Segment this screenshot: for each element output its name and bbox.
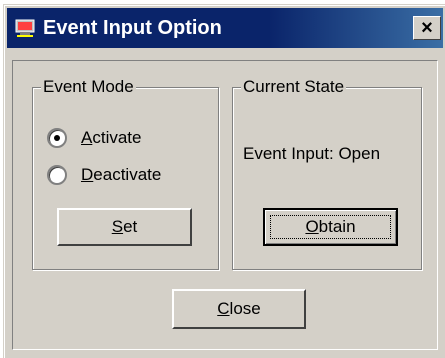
event-input-option-dialog: Event Input Option × Event Mode Activate… bbox=[3, 4, 445, 358]
title-bar[interactable]: Event Input Option × bbox=[7, 8, 443, 48]
obtain-button[interactable]: Obtain bbox=[263, 208, 398, 246]
close-icon[interactable]: × bbox=[413, 16, 441, 40]
current-state-label: Current State bbox=[241, 76, 347, 98]
close-button[interactable]: Close bbox=[172, 289, 306, 329]
activate-label: Activate bbox=[81, 128, 142, 147]
deactivate-label: Deactivate bbox=[81, 165, 162, 184]
event-mode-group: Event Mode Activate Deactivate Set bbox=[32, 76, 219, 270]
focus-ring bbox=[270, 215, 391, 239]
deactivate-radio-button[interactable] bbox=[47, 165, 67, 185]
activate-radio-button[interactable] bbox=[47, 128, 67, 148]
content-panel: Event Mode Activate Deactivate Set Curre… bbox=[12, 60, 438, 350]
event-input-status: Event Input: Open bbox=[243, 144, 381, 163]
current-state-group: Current State Event Input: Open Obtain bbox=[232, 76, 422, 270]
app-window-icon bbox=[15, 19, 35, 37]
event-mode-label: Event Mode bbox=[41, 76, 136, 98]
set-button[interactable]: Set bbox=[57, 208, 192, 246]
window-title: Event Input Option bbox=[43, 17, 222, 39]
